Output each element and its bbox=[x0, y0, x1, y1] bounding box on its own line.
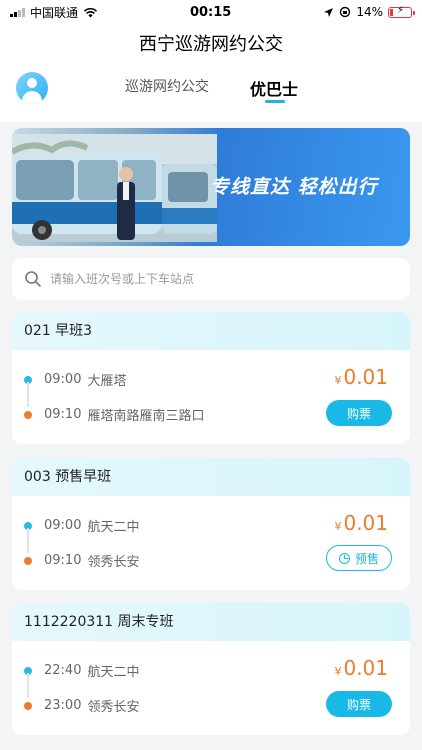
route-title: 003 预售早班 bbox=[12, 458, 410, 496]
signal-icon bbox=[10, 7, 25, 17]
route-card[interactable]: 003 预售早班 09:00 航天二中 09:10 领秀长安 ¥0.01 预售 bbox=[12, 458, 410, 590]
route-line bbox=[27, 528, 29, 553]
end-stop: 23:00 领秀长安 bbox=[24, 696, 139, 715]
end-dot-icon bbox=[24, 410, 32, 419]
banner-slogan: 专线直达 轻松出行 bbox=[210, 176, 378, 198]
end-time: 09:10 bbox=[44, 553, 82, 568]
start-stop-name: 航天二中 bbox=[87, 520, 140, 535]
tab-bar: 巡游网约公交 优巴士 bbox=[0, 66, 422, 122]
bus-photo-illustration bbox=[12, 134, 217, 242]
end-dot-icon bbox=[24, 701, 32, 710]
start-stop-name: 航天二中 bbox=[87, 665, 140, 680]
route-line bbox=[27, 673, 29, 698]
start-time: 22:40 bbox=[44, 663, 82, 678]
clock-icon bbox=[338, 552, 350, 564]
end-dot-icon bbox=[24, 556, 32, 565]
start-stop-name: 大雁塔 bbox=[87, 374, 127, 389]
search-bar[interactable] bbox=[12, 258, 410, 300]
presale-button[interactable]: 预售 bbox=[326, 545, 392, 571]
end-stop-name: 雁塔南路雁南三路口 bbox=[87, 409, 205, 424]
route-title: 1112220311 周末专班 bbox=[12, 603, 410, 641]
route-line bbox=[27, 382, 29, 407]
start-stop: 09:00 航天二中 bbox=[24, 516, 139, 535]
active-tab-indicator bbox=[265, 100, 285, 103]
start-time: 09:00 bbox=[44, 518, 82, 533]
wifi-icon bbox=[83, 7, 98, 17]
start-stop: 22:40 航天二中 bbox=[24, 661, 139, 680]
end-stop: 09:10 领秀长安 bbox=[24, 551, 139, 570]
presale-label: 预售 bbox=[354, 551, 379, 566]
ticket-price: ¥0.01 bbox=[334, 656, 388, 680]
ticket-price: ¥0.01 bbox=[334, 511, 388, 535]
battery-icon: ⚡ bbox=[387, 5, 415, 18]
carrier-label: 中国联通 bbox=[30, 5, 79, 20]
route-title: 021 早班3 bbox=[12, 312, 410, 350]
rotation-lock-icon bbox=[340, 6, 351, 18]
route-card[interactable]: 1112220311 周末专班 22:40 航天二中 23:00 领秀长安 ¥0… bbox=[12, 603, 410, 735]
buy-ticket-button[interactable]: 购票 bbox=[326, 691, 392, 717]
avatar[interactable] bbox=[16, 72, 48, 104]
end-stop: 09:10 雁塔南路雁南三路口 bbox=[24, 405, 204, 424]
search-icon bbox=[25, 271, 41, 287]
status-bar: 中国联通 00:15 14% ⚡ bbox=[0, 0, 422, 24]
promo-banner[interactable]: 专线直达 轻松出行 bbox=[12, 128, 410, 246]
tab-you-bus[interactable]: 优巴士 bbox=[250, 76, 298, 100]
ticket-price: ¥0.01 bbox=[334, 365, 388, 389]
location-arrow-icon bbox=[324, 7, 334, 17]
end-time: 23:00 bbox=[44, 698, 82, 713]
end-time: 09:10 bbox=[44, 407, 82, 422]
battery-percent: 14% bbox=[356, 5, 383, 19]
start-time: 09:00 bbox=[44, 372, 82, 387]
start-stop: 09:00 大雁塔 bbox=[24, 370, 126, 389]
end-stop-name: 领秀长安 bbox=[87, 700, 140, 715]
buy-ticket-button[interactable]: 购票 bbox=[326, 400, 392, 426]
tab-cruise-bus[interactable]: 巡游网约公交 bbox=[125, 76, 209, 96]
search-input[interactable] bbox=[50, 272, 380, 286]
route-card[interactable]: 021 早班3 09:00 大雁塔 09:10 雁塔南路雁南三路口 ¥0.01 … bbox=[12, 312, 410, 444]
page-title: 西宁巡游网约公交 bbox=[0, 24, 422, 66]
clock-time: 00:15 bbox=[189, 4, 232, 20]
end-stop-name: 领秀长安 bbox=[87, 555, 140, 570]
